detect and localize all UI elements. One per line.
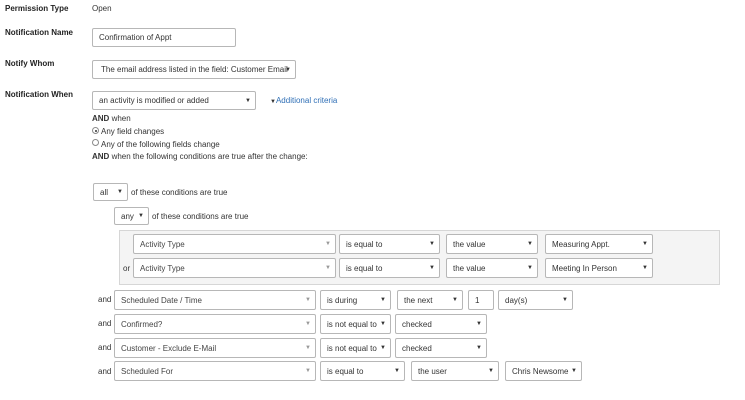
chevron-down-icon: ▼: [138, 213, 144, 219]
inner-row-1-value-select[interactable]: Measuring Appt. ▼: [545, 234, 653, 254]
chevron-down-icon: ▼: [325, 265, 331, 271]
condition-4-connector: and: [98, 367, 112, 376]
chevron-down-icon: ▼: [245, 97, 251, 104]
notify-whom-select[interactable]: The email address listed in the field: C…: [92, 60, 296, 79]
notification-name-label: Notification Name: [5, 28, 74, 37]
inner-row-1-operator-select[interactable]: is equal to ▼: [339, 234, 440, 254]
chevron-down-icon: ▼: [305, 345, 311, 351]
condition-1-unit-select[interactable]: day(s) ▼: [498, 290, 573, 310]
chevron-down-icon: ▼: [452, 297, 458, 303]
inner-row-2-value-select[interactable]: Meeting In Person ▼: [545, 258, 653, 278]
condition-3-operator-select[interactable]: is not equal to ▼: [320, 338, 391, 358]
inner-group-suffix: of these conditions are true: [152, 212, 249, 221]
permission-type-label: Permission Type: [5, 4, 69, 13]
notification-when-select[interactable]: an activity is modified or added ▼: [92, 91, 256, 110]
additional-criteria-link[interactable]: ▼Additional criteria: [270, 96, 337, 105]
condition-1-field-select[interactable]: Scheduled Date / Time ▼: [114, 290, 316, 310]
radio-any-field-changes[interactable]: [92, 127, 99, 134]
condition-2-value-select[interactable]: checked ▼: [395, 314, 487, 334]
chevron-down-icon: ▼: [476, 345, 482, 351]
condition-3-connector: and: [98, 343, 112, 352]
chevron-down-icon: ▼: [527, 265, 533, 271]
condition-2-connector: and: [98, 319, 112, 328]
chevron-down-icon: ▼: [380, 345, 386, 351]
radio-following-fields-change[interactable]: [92, 139, 99, 146]
condition-4-mode-select[interactable]: the user ▼: [411, 361, 499, 381]
permission-type-value: Open: [92, 4, 112, 13]
chevron-down-icon: ▼: [571, 368, 577, 374]
inner-row-1-field-select[interactable]: Activity Type ▼: [133, 234, 336, 254]
chevron-down-icon: ▼: [562, 297, 568, 303]
chevron-down-icon: ▼: [429, 265, 435, 271]
chevron-down-icon: ▼: [380, 321, 386, 327]
chevron-down-icon: ▼: [642, 265, 648, 271]
and-conditions-line: AND when the following conditions are tr…: [92, 152, 308, 161]
chevron-down-icon: ▼: [642, 241, 648, 247]
condition-4-field-select[interactable]: Scheduled For ▼: [114, 361, 316, 381]
chevron-down-icon: ▼: [476, 321, 482, 327]
chevron-down-icon: ▼: [305, 297, 311, 303]
chevron-down-icon: ▼: [429, 241, 435, 247]
inner-row-1-mode-select[interactable]: the value ▼: [446, 234, 538, 254]
outer-quantifier-select[interactable]: all ▼: [93, 183, 128, 201]
inner-row-2-connector: or: [123, 264, 131, 273]
condition-4-value-select[interactable]: Chris Newsome ▼: [505, 361, 582, 381]
notification-when-label: Notification When: [5, 90, 73, 99]
inner-row-2-operator-select[interactable]: is equal to ▼: [339, 258, 440, 278]
inner-quantifier-select[interactable]: any ▼: [114, 207, 149, 225]
chevron-down-icon: ▼: [305, 368, 311, 374]
chevron-down-icon: ▼: [285, 66, 291, 73]
and-when-line: AND when: [92, 114, 131, 123]
chevron-down-icon: ▼: [117, 189, 123, 195]
condition-1-operator-select[interactable]: is during ▼: [320, 290, 391, 310]
notification-name-input[interactable]: Confirmation of Appt: [92, 28, 236, 47]
notify-whom-label: Notify Whom: [5, 59, 55, 68]
condition-2-field-select[interactable]: Confirmed? ▼: [114, 314, 316, 334]
chevron-down-icon: ▼: [488, 368, 494, 374]
outer-group-suffix: of these conditions are true: [131, 188, 228, 197]
chevron-down-icon: ▼: [394, 368, 400, 374]
condition-1-number-input[interactable]: 1: [468, 290, 494, 310]
condition-2-operator-select[interactable]: is not equal to ▼: [320, 314, 391, 334]
condition-4-operator-select[interactable]: is equal to ▼: [320, 361, 405, 381]
chevron-down-icon: ▼: [527, 241, 533, 247]
condition-1-mode-select[interactable]: the next ▼: [397, 290, 463, 310]
radio-following-fields-change-label: Any of the following fields change: [101, 140, 220, 149]
chevron-down-icon: ▼: [305, 321, 311, 327]
chevron-down-icon: ▼: [380, 297, 386, 303]
condition-3-value-select[interactable]: checked ▼: [395, 338, 487, 358]
condition-3-field-select[interactable]: Customer - Exclude E-Mail ▼: [114, 338, 316, 358]
chevron-down-icon: ▼: [325, 241, 331, 247]
inner-row-2-mode-select[interactable]: the value ▼: [446, 258, 538, 278]
inner-row-2-field-select[interactable]: Activity Type ▼: [133, 258, 336, 278]
radio-any-field-changes-label: Any field changes: [101, 127, 165, 136]
condition-1-connector: and: [98, 295, 112, 304]
